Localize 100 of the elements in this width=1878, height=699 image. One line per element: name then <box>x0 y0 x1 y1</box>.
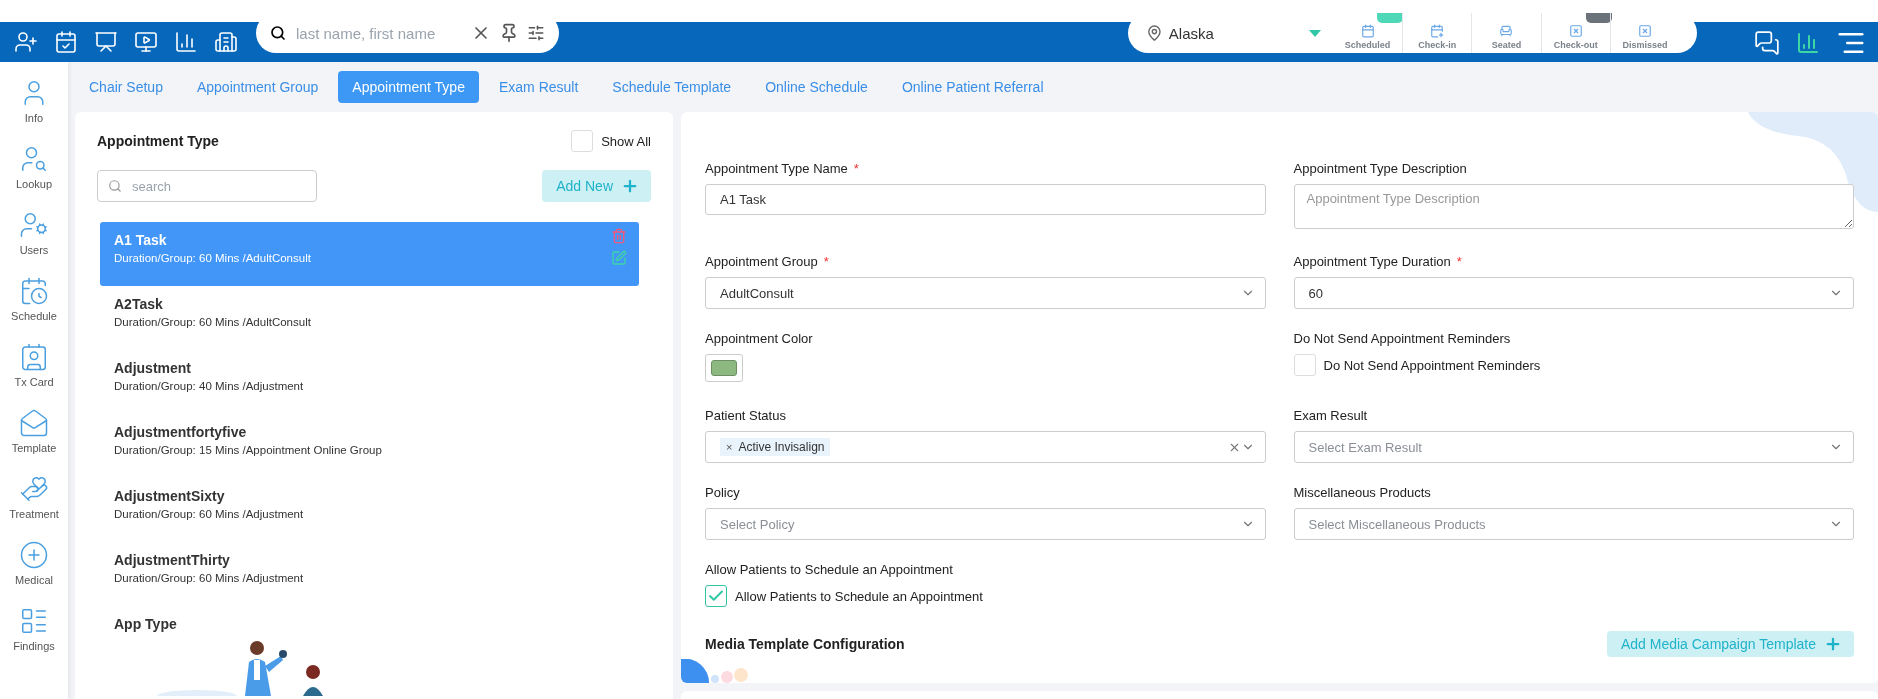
multi-select-field[interactable]: × Active Invisalign <box>705 431 1266 463</box>
plus-icon <box>1824 635 1842 653</box>
sidebar-label: Treatment <box>9 508 59 520</box>
plus-icon <box>621 177 639 195</box>
sidebar-item[interactable]: Lookup <box>15 134 53 200</box>
video-monitor-icon[interactable] <box>134 30 158 54</box>
field-label: Miscellaneous Products <box>1293 485 1432 500</box>
item-name: A1 Task <box>114 232 167 248</box>
checkbox-label: Do Not Send Appointment Reminders <box>1323 357 1541 373</box>
field-label: Policy <box>705 485 741 500</box>
status-button[interactable]: Dismissed <box>1609 13 1679 53</box>
item-detail: Duration/Group: 60 Mins /Adjustment <box>114 508 304 520</box>
add-user-icon[interactable] <box>14 30 38 54</box>
calendar-check-icon[interactable] <box>54 30 78 54</box>
item-detail: Duration/Group: 60 Mins /Adjustment <box>114 572 304 584</box>
status-button[interactable]: Seated <box>1471 13 1541 53</box>
calendar-plus-icon <box>1430 24 1445 38</box>
checkbox[interactable] <box>1293 354 1316 376</box>
field-label: Appointment Type Description <box>1293 161 1468 176</box>
list-item[interactable]: AdjustmentSixty Duration/Group: 60 Mins /Adjustment <box>100 478 639 542</box>
checkbox-label: Show All <box>601 133 651 149</box>
sidebar-label: Lookup <box>15 178 53 190</box>
item-detail: Duration/Group: 60 Mins /AdultConsult <box>114 252 311 264</box>
list-icon <box>19 606 49 636</box>
sidebar-item[interactable]: Tx Card <box>14 332 54 398</box>
text-area[interactable]: Appointment Type Description <box>1293 184 1854 229</box>
map-pin-icon <box>1146 24 1163 42</box>
item-name: App Type <box>114 616 177 632</box>
panel-title: Appointment Type <box>97 133 219 149</box>
sidebar-label: Medical <box>15 574 53 586</box>
building-icon[interactable] <box>214 30 238 54</box>
sidebar-item[interactable]: Findings <box>13 596 55 662</box>
calendar-clock-icon <box>19 276 49 306</box>
presentation-icon[interactable] <box>94 30 118 54</box>
sidebar-label: Template <box>11 442 57 454</box>
list-item[interactable]: App Type <box>100 606 639 640</box>
envelope-icon <box>19 408 49 438</box>
tag-label: Active Invisalign <box>738 440 825 454</box>
location-name[interactable]: Alaska <box>1168 24 1309 42</box>
sidebar-label: Findings <box>13 640 55 652</box>
select-field[interactable]: AdultConsult <box>705 277 1266 309</box>
sidebar-item[interactable]: Medical <box>15 530 53 596</box>
x-square-icon <box>1568 24 1583 38</box>
remove-tag-button[interactable]: × <box>726 441 733 453</box>
list-item[interactable]: Adjustmentfortyfive Duration/Group: 15 Mins /Appointment Online Group <box>100 414 639 478</box>
search-field[interactable]: search <box>97 170 317 202</box>
field-label: Appointment Color <box>705 331 814 346</box>
sidebar-item[interactable]: Users <box>19 200 49 266</box>
list-item[interactable]: Adjustment Duration/Group: 40 Mins /Adjustment <box>100 350 639 414</box>
item-name: A2Task <box>114 296 163 312</box>
item-name: Adjustment <box>114 360 191 376</box>
item-detail: Duration/Group: 40 Mins /Adjustment <box>114 380 304 392</box>
field-label: Appointment Group * <box>705 254 830 269</box>
sidebar-label: Tx Card <box>14 376 54 388</box>
checkbox-label: Allow Patients to Schedule an Appointment <box>735 588 983 604</box>
sidebar-label: Info <box>24 112 44 124</box>
status-button[interactable]: Check-out <box>1540 13 1610 53</box>
color-picker[interactable] <box>705 354 743 382</box>
user-search-icon <box>19 144 49 174</box>
field-label: Appointment Type Duration * <box>1293 254 1463 269</box>
text-field[interactable]: A1 Task <box>705 184 1266 215</box>
status-button[interactable]: Check-in <box>1402 13 1472 53</box>
dots-decoration <box>681 659 751 683</box>
select-field[interactable]: 60 <box>1293 277 1854 309</box>
item-name: AdjustmentThirty <box>114 552 230 568</box>
field-label: Patient Status <box>705 408 787 423</box>
sidebar-item[interactable]: Treatment <box>9 464 59 530</box>
section-title: Media Template Configuration <box>705 636 905 652</box>
item-detail: Duration/Group: 15 Mins /Appointment Online Group <box>114 444 382 456</box>
contact-card-icon <box>19 342 49 372</box>
signal-icon[interactable] <box>1796 31 1820 55</box>
sidebar-label: Users <box>19 244 49 256</box>
checkbox[interactable] <box>705 585 727 607</box>
chat-icon[interactable] <box>1754 30 1780 56</box>
list-item[interactable]: AdjustmentThirty Duration/Group: 60 Mins /Adjustment <box>100 542 639 606</box>
item-detail: Duration/Group: 60 Mins /AdultConsult <box>114 316 311 328</box>
field-label: Do Not Send Appointment Reminders <box>1293 331 1512 346</box>
plus-circle-icon <box>19 540 49 570</box>
pin-icon[interactable] <box>499 23 519 43</box>
item-name: Adjustmentfortyfive <box>114 424 247 440</box>
sidebar-item[interactable]: Template <box>11 398 57 464</box>
field-label: Appointment Type Name * <box>705 161 860 176</box>
x-square-icon <box>1637 24 1652 38</box>
status-button[interactable]: Scheduled <box>1333 13 1403 53</box>
checkbox[interactable] <box>571 130 594 152</box>
user-gear-icon <box>19 210 49 240</box>
calendar-icon <box>1360 24 1375 38</box>
list-item[interactable]: A2Task Duration/Group: 60 Mins /AdultConsult <box>100 286 639 350</box>
search-icon <box>108 179 122 193</box>
field-label: Allow Patients to Schedule an Appointment <box>705 562 954 577</box>
item-name: AdjustmentSixty <box>114 488 225 504</box>
sidebar-item[interactable]: Info <box>19 68 49 134</box>
field-label: Exam Result <box>1293 408 1369 423</box>
chair-icon <box>1499 24 1514 38</box>
bar-chart-icon[interactable] <box>174 30 198 54</box>
sidebar-item[interactable]: Schedule <box>11 266 57 332</box>
sidebar-label: Schedule <box>11 310 57 322</box>
hand-icon <box>19 474 49 504</box>
filter-icon[interactable] <box>527 24 545 42</box>
search-icon <box>270 25 286 41</box>
